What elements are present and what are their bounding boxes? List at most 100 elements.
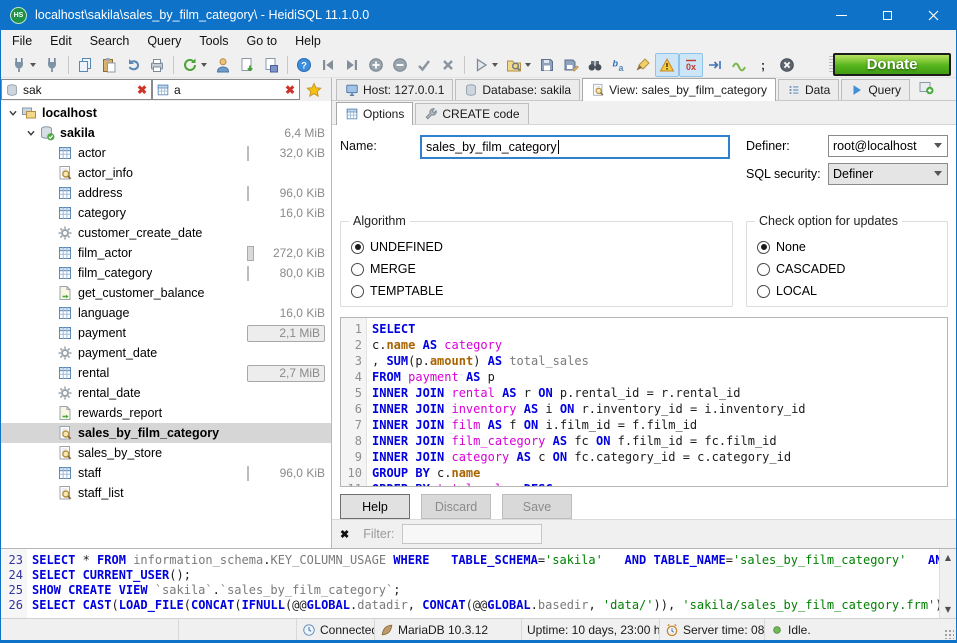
tab-query[interactable]: Query bbox=[841, 79, 910, 100]
toolbar-cancel-editing-button[interactable] bbox=[436, 53, 460, 77]
table-icon bbox=[57, 465, 73, 481]
tree-item-rental_date[interactable]: rental_date bbox=[1, 383, 331, 403]
toolbar-first-row-button[interactable] bbox=[316, 53, 340, 77]
toolbar-execute-sql-button[interactable] bbox=[469, 53, 502, 77]
toolbar-last-row-button[interactable] bbox=[340, 53, 364, 77]
tree-item-sakila[interactable]: sakila6,4 MiB bbox=[1, 123, 331, 143]
scroll-down-icon[interactable]: ▼ bbox=[945, 602, 951, 617]
menu-help[interactable]: Help bbox=[286, 32, 330, 50]
algorithm-merge-radio[interactable]: MERGE bbox=[351, 258, 722, 280]
toolbar-save-snippet-button[interactable] bbox=[259, 53, 283, 77]
tree-item-sales_by_store[interactable]: sales_by_store bbox=[1, 443, 331, 463]
tree-item-film_actor[interactable]: film_actor272,0 KiB bbox=[1, 243, 331, 263]
toolbar-save-sql-as-button[interactable] bbox=[559, 53, 583, 77]
toolbar-help-button[interactable] bbox=[292, 53, 316, 77]
subtab-create-code[interactable]: CREATE code bbox=[415, 103, 528, 124]
check-option-cascaded-radio[interactable]: CASCADED bbox=[757, 258, 937, 280]
favorites-button[interactable] bbox=[300, 82, 328, 98]
tree-filter-row: sak ✖ a ✖ bbox=[1, 78, 331, 101]
tree-item-payment[interactable]: payment2,1 MiB bbox=[1, 323, 331, 343]
close-filter-icon[interactable]: ✖ bbox=[340, 528, 349, 541]
toolbar-reformat-sql-button[interactable] bbox=[631, 53, 655, 77]
database-filter-input[interactable]: sak ✖ bbox=[1, 79, 152, 100]
tree-item-staff_list[interactable]: staff_list bbox=[1, 483, 331, 503]
clear-database-filter-icon[interactable]: ✖ bbox=[135, 83, 149, 97]
clear-table-filter-icon[interactable]: ✖ bbox=[283, 83, 297, 97]
tree-item-actor_info[interactable]: actor_info bbox=[1, 163, 331, 183]
toolbar-find-text-button[interactable] bbox=[583, 53, 607, 77]
tree-item-get_customer_balance[interactable]: get_customer_balance bbox=[1, 283, 331, 303]
close-button[interactable] bbox=[910, 0, 956, 30]
help-button[interactable]: Help bbox=[340, 494, 410, 519]
toolbar-paste-button[interactable] bbox=[97, 53, 121, 77]
toolbar-session-manager-button[interactable] bbox=[7, 53, 40, 77]
toolbar-refresh-button[interactable] bbox=[178, 53, 211, 77]
tab-database-sakila[interactable]: Database: sakila bbox=[455, 79, 580, 100]
algorithm-undefined-radio[interactable]: UNDEFINED bbox=[351, 236, 722, 258]
tree-item-sales_by_film_category[interactable]: sales_by_film_category bbox=[1, 423, 331, 443]
tree-item-language[interactable]: language16,0 KiB bbox=[1, 303, 331, 323]
toolbar-export-database-button[interactable] bbox=[235, 53, 259, 77]
check-option-none-radio[interactable]: None bbox=[757, 236, 937, 258]
menu-go-to[interactable]: Go to bbox=[238, 32, 287, 50]
tree-item-staff[interactable]: staff96,0 KiB bbox=[1, 463, 331, 483]
tab-host-127-0-0-1[interactable]: Host: 127.0.0.1 bbox=[336, 79, 453, 100]
discard-button[interactable]: Discard bbox=[421, 494, 491, 519]
tree-item-localhost[interactable]: localhost bbox=[1, 103, 331, 123]
toolbar-copy-button[interactable] bbox=[73, 53, 97, 77]
tree-item-customer_create_date[interactable]: customer_create_date bbox=[1, 223, 331, 243]
check-option-local-radio[interactable]: LOCAL bbox=[757, 280, 937, 302]
tree-item-category[interactable]: category16,0 KiB bbox=[1, 203, 331, 223]
main-pane: Host: 127.0.0.1Database: sakilaView: sal… bbox=[332, 78, 956, 548]
toolbar-delete-row-button[interactable] bbox=[388, 53, 412, 77]
subtab-options[interactable]: Options bbox=[336, 102, 413, 125]
toolbar-stop-button[interactable] bbox=[775, 53, 799, 77]
toolbar-save-sql-button[interactable] bbox=[535, 53, 559, 77]
log-scrollbar[interactable]: ▲ ▼ bbox=[939, 549, 956, 618]
toolbar-bind-parameters-button[interactable] bbox=[727, 53, 751, 77]
save-button[interactable]: Save bbox=[502, 494, 572, 519]
menu-query[interactable]: Query bbox=[138, 32, 190, 50]
tab-view-sales-by-film-category[interactable]: View: sales_by_film_category bbox=[582, 78, 776, 101]
tree-item-payment_date[interactable]: payment_date bbox=[1, 343, 331, 363]
toolbar-post-changes-button[interactable] bbox=[412, 53, 436, 77]
view-select-code-editor[interactable]: 1234567891011 SELECTc.name AS category, … bbox=[340, 317, 948, 487]
donate-button[interactable]: Donate bbox=[833, 53, 951, 76]
menu-file[interactable]: File bbox=[3, 32, 41, 50]
toolbar-insert-row-button[interactable] bbox=[364, 53, 388, 77]
toolbar-print-button[interactable] bbox=[145, 53, 169, 77]
toolbar-delimiter-button[interactable] bbox=[751, 53, 775, 77]
toolbar-load-sql-file-button[interactable] bbox=[502, 53, 535, 77]
toolbar-binary-values-as-hex-button[interactable] bbox=[679, 53, 703, 77]
filter-input[interactable] bbox=[402, 524, 542, 544]
scroll-up-icon[interactable]: ▲ bbox=[945, 550, 951, 565]
minimize-button[interactable] bbox=[818, 0, 864, 30]
resize-grip[interactable] bbox=[944, 629, 954, 639]
sql-security-select[interactable]: Definer bbox=[828, 163, 948, 185]
toolbar-new-connection-button[interactable] bbox=[40, 53, 64, 77]
tree-item-rental[interactable]: rental2,7 MiB bbox=[1, 363, 331, 383]
toolbar-view-blobs-as-text-button[interactable] bbox=[655, 53, 679, 77]
size-bar: 2,1 MiB bbox=[247, 325, 325, 342]
menu-search[interactable]: Search bbox=[81, 32, 139, 50]
minimize-icon bbox=[836, 15, 847, 16]
tree-item-actor[interactable]: actor32,0 KiB bbox=[1, 143, 331, 163]
tree-item-address[interactable]: address96,0 KiB bbox=[1, 183, 331, 203]
table-filter-input[interactable]: a ✖ bbox=[152, 79, 300, 100]
toolbar-next-result-tab-button[interactable] bbox=[703, 53, 727, 77]
view-name-input[interactable]: sales_by_film_category bbox=[420, 135, 730, 159]
toolbar-user-manager-button[interactable] bbox=[211, 53, 235, 77]
maximize-button[interactable] bbox=[864, 0, 910, 30]
toolbar-replace-text-button[interactable] bbox=[607, 53, 631, 77]
algorithm-temptable-radio[interactable]: TEMPTABLE bbox=[351, 280, 722, 302]
tab-data[interactable]: Data bbox=[778, 79, 839, 100]
help-icon bbox=[296, 57, 312, 73]
definer-select[interactable]: root@localhost bbox=[828, 135, 948, 157]
tree-item-rewards_report[interactable]: rewards_report bbox=[1, 403, 331, 423]
menu-edit[interactable]: Edit bbox=[41, 32, 81, 50]
tree-item-film_category[interactable]: film_category80,0 KiB bbox=[1, 263, 331, 283]
definer-label: Definer: bbox=[746, 139, 828, 153]
menu-tools[interactable]: Tools bbox=[190, 32, 237, 50]
new-query-tab-button[interactable] bbox=[918, 79, 934, 100]
toolbar-undo-button[interactable] bbox=[121, 53, 145, 77]
